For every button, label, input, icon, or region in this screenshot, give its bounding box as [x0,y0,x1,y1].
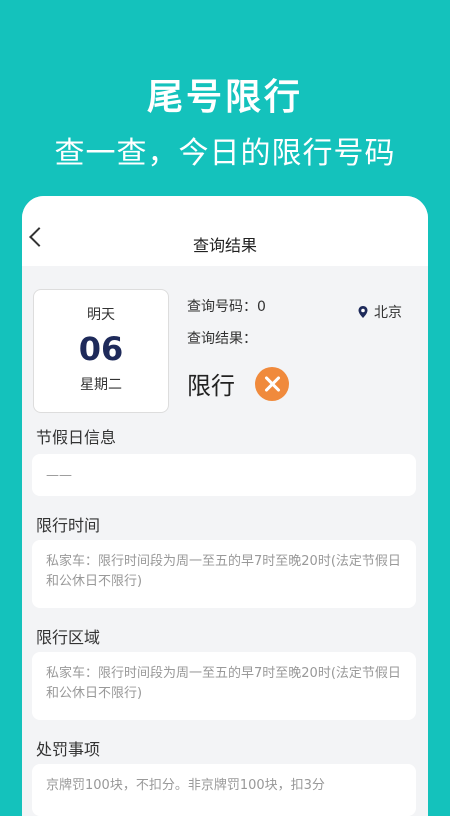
hero-title: 尾号限行 [146,77,303,118]
query-result-label: 查询结果： [187,331,257,347]
area-text: 私家车：限行时间段为周一至五的早7时至晚20时(法定节假日和公休日不限行) [46,666,401,701]
date-weekday: 星期二 [80,377,122,393]
location-text: 北京 [374,305,402,321]
time-label: 限行时间 [36,516,101,535]
area-label: 限行区域 [36,628,101,647]
penalty-text: 京牌罚100块，不扣分。非京牌罚100块，扣3分 [46,778,325,793]
query-number: 查询号码：0 [187,299,266,315]
nav-bar: 查询结果 [22,196,428,266]
holiday-box: —— [32,454,416,496]
status-text: 限行 [187,372,235,400]
holiday-text: —— [46,468,72,483]
date-label: 明天 [87,307,115,323]
hero-subtitle: 查一查，今日的限行号码 [54,136,396,171]
page-title: 查询结果 [192,236,257,255]
date-day: 06 [78,330,124,368]
restricted-x-icon [255,366,289,401]
location-pin-icon [358,306,368,318]
time-text: 私家车：限行时间段为周一至五的早7时至晚20时(法定节假日和公休日不限行) [46,554,401,589]
phone-screen: 查询结果 明天 06 星期二 查询号码：0 查询结果： 限行 北京 节假日信息 … [22,196,428,816]
penalty-label: 处罚事项 [36,740,101,759]
query-info: 查询号码：0 查询结果： 限行 [187,296,289,401]
date-card: 明天 06 星期二 [33,289,169,413]
query-status: 限行 [187,366,289,401]
location[interactable]: 北京 [356,302,402,322]
time-box: 私家车：限行时间段为周一至五的早7时至晚20时(法定节假日和公休日不限行) [32,540,416,608]
area-box: 私家车：限行时间段为周一至五的早7时至晚20时(法定节假日和公休日不限行) [32,652,416,720]
penalty-box: 京牌罚100块，不扣分。非京牌罚100块，扣3分 [32,764,416,816]
holiday-label: 节假日信息 [36,428,117,447]
